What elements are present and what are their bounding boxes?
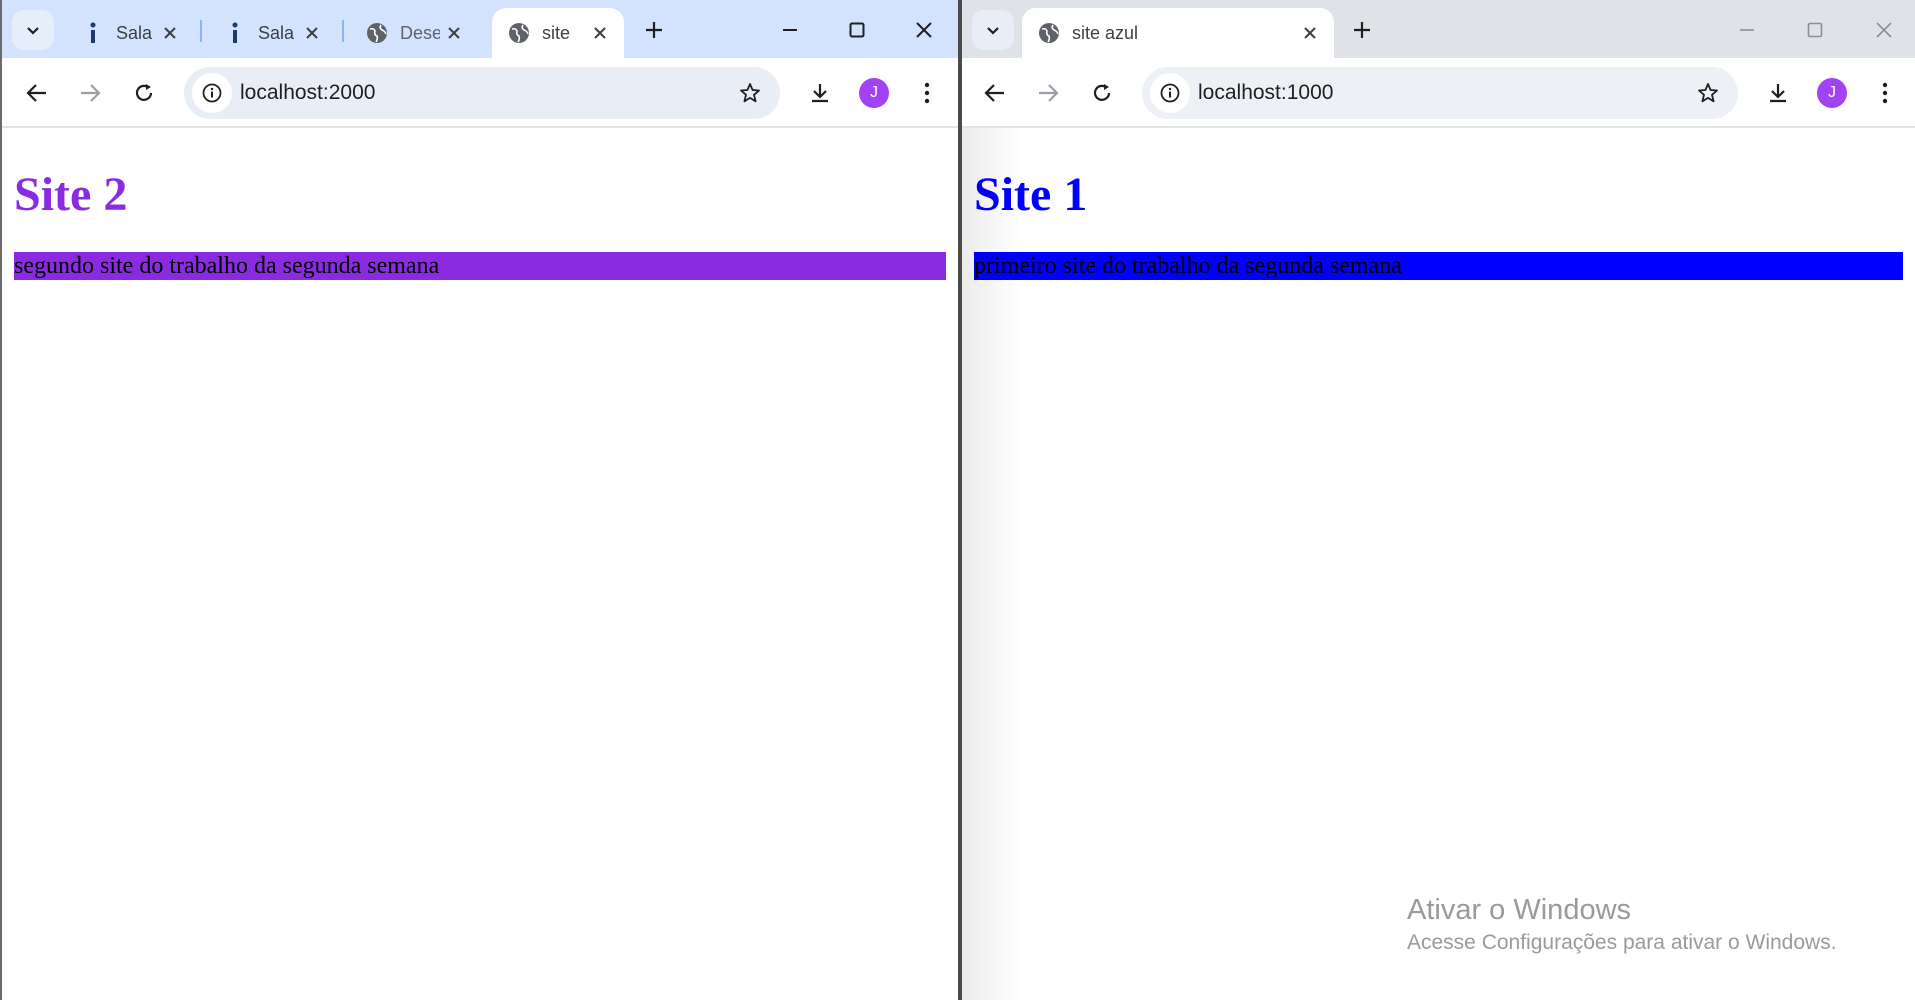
maximize-button[interactable] [1785,8,1845,52]
arrow-right-icon [1039,84,1059,102]
browser-window-left: Sala Sala Dese site localhost:2000 J Sit… [0,0,958,1000]
close-icon [1876,22,1892,38]
more-vertical-icon [1882,82,1888,104]
tab-strip: site azul [962,0,1915,58]
close-tab-icon[interactable] [300,21,324,45]
tab-search-button[interactable] [12,10,54,50]
menu-button[interactable] [1863,71,1907,115]
close-tab-icon[interactable] [442,21,466,45]
page-content: Site 1 primeiro site do trabalho da segu… [962,128,1915,1000]
url-text[interactable]: localhost:2000 [240,67,375,119]
reload-button[interactable] [1080,71,1124,115]
maximize-icon [849,22,865,38]
new-tab-button[interactable] [637,13,671,47]
url-text[interactable]: localhost:1000 [1198,67,1333,119]
site-info-icon[interactable] [192,73,232,113]
forward-button[interactable] [1026,71,1070,115]
back-button[interactable] [973,71,1017,115]
chevron-down-icon [987,27,999,35]
maximize-icon [1807,22,1823,38]
tab-dese[interactable]: Dese [350,8,478,58]
tab-strip: Sala Sala Dese site [2,0,958,58]
new-tab-button[interactable] [1345,13,1379,47]
info-favicon-icon [82,22,104,44]
tab-separator [200,20,202,42]
download-icon [812,84,828,103]
tab-separator [342,20,344,42]
reload-button[interactable] [122,71,166,115]
page-paragraph: primeiro site do trabalho da segunda sem… [974,251,1903,280]
minimize-button[interactable] [1717,8,1777,52]
watermark-subtitle: Acesse Configurações para ativar o Windo… [1407,931,1837,954]
info-favicon-icon [224,22,246,44]
tab-sala-1[interactable]: Sala [66,8,194,58]
close-window-button[interactable] [894,8,954,52]
tab-title: Sala [116,22,153,43]
tab-title: site azul [1072,22,1139,43]
page-content: Site 2 segundo site do trabalho da segun… [2,128,958,1000]
close-window-button[interactable] [1854,8,1914,52]
maximize-button[interactable] [827,8,887,52]
minimize-button[interactable] [760,8,820,52]
windows-activation-watermark: Ativar o Windows Acesse Configurações pa… [1407,892,1837,958]
close-icon [916,22,932,38]
page-heading: Site 1 [974,168,1088,221]
globe-icon [508,22,530,44]
toolbar: localhost:1000 J [962,58,1915,128]
close-tab-icon[interactable] [1298,21,1322,45]
plus-icon [646,22,662,38]
tab-title: Sala [258,22,295,43]
close-tab-icon[interactable] [588,21,612,45]
download-icon [1770,84,1786,103]
downloads-button[interactable] [1756,71,1800,115]
arrow-left-icon [984,84,1004,102]
bookmark-star-icon[interactable] [1688,73,1728,113]
arrow-right-icon [81,84,101,102]
globe-icon [366,22,388,44]
address-bar[interactable]: localhost:2000 [184,67,780,119]
more-vertical-icon [924,82,930,104]
minimize-icon [783,29,797,31]
tab-search-button[interactable] [972,10,1014,50]
avatar[interactable]: J [859,78,889,108]
downloads-button[interactable] [798,71,842,115]
tab-title: site [542,22,571,43]
tab-title: Dese [400,22,440,43]
page-paragraph: segundo site do trabalho da segunda sema… [14,251,946,280]
tab-site-active[interactable]: site [492,8,624,58]
tab-sala-2[interactable]: Sala [208,8,336,58]
minimize-icon [1740,29,1754,31]
reload-icon [1093,84,1111,101]
forward-button[interactable] [68,71,112,115]
back-button[interactable] [15,71,59,115]
chevron-down-icon [27,27,39,35]
bookmark-star-icon[interactable] [730,73,770,113]
site-info-icon[interactable] [1150,73,1190,113]
menu-button[interactable] [905,71,949,115]
globe-icon [1038,22,1060,44]
page-heading: Site 2 [14,168,128,221]
browser-window-right: site azul localhost:1000 J Site 1 primei… [962,0,1915,1000]
address-bar[interactable]: localhost:1000 [1142,67,1738,119]
watermark-title: Ativar o Windows [1407,894,1632,926]
plus-icon [1354,22,1370,38]
close-tab-icon[interactable] [158,21,182,45]
arrow-left-icon [26,84,46,102]
avatar[interactable]: J [1817,78,1847,108]
tab-site-azul[interactable]: site azul [1022,8,1334,58]
toolbar: localhost:2000 J [2,58,958,128]
reload-icon [135,84,153,101]
